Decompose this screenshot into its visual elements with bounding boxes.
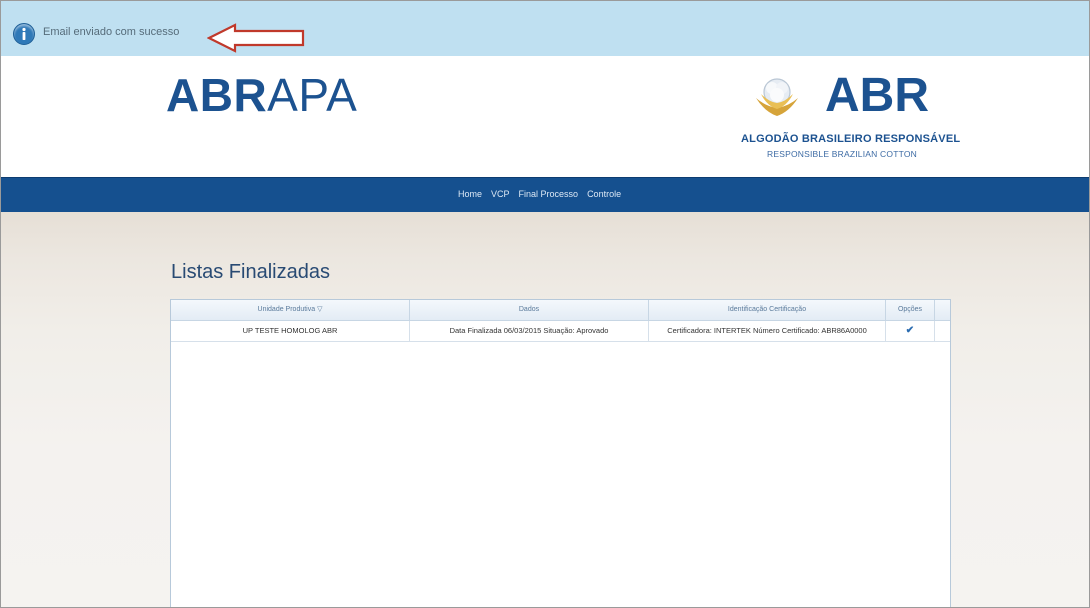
info-icon <box>13 23 35 45</box>
abrapa-logo-bold: ABR <box>166 69 268 121</box>
main-nav: Home VCP Final Processo Controle <box>1 177 1089 213</box>
column-header-unidade-produtiva[interactable]: Unidade Produtiva ▽ <box>171 300 410 320</box>
cell-unidade-produtiva: UP TESTE HOMOLOG ABR <box>171 321 410 341</box>
notification-bar: Email enviado com sucesso <box>1 1 1089 56</box>
table-row[interactable]: UP TESTE HOMOLOG ABR Data Finalizada 06/… <box>171 321 950 342</box>
abr-tagline-en: RESPONSIBLE BRAZILIAN COTTON <box>767 149 917 159</box>
abrapa-logo[interactable]: ABRAPA <box>166 72 357 118</box>
content-area: Listas Finalizadas Unidade Produtiva ▽ D… <box>1 212 1089 607</box>
page-title: Listas Finalizadas <box>171 261 330 283</box>
abr-tagline-pt: ALGODÃO BRASILEIRO RESPONSÁVEL <box>741 133 961 145</box>
column-header-identificacao-certificacao[interactable]: Identificação Certificação <box>649 300 886 320</box>
notification-message: Email enviado com sucesso <box>43 26 180 38</box>
cotton-boll-icon <box>756 78 798 116</box>
column-header-opcoes: Opções <box>886 300 935 320</box>
arrow-left-icon <box>207 23 305 53</box>
nav-item-vcp[interactable]: VCP <box>491 189 510 199</box>
finalized-lists-table: Unidade Produtiva ▽ Dados Identificação … <box>170 299 951 607</box>
cell-identificacao-certificacao: Certificadora: INTERTEK Número Certifica… <box>649 321 886 341</box>
nav-item-controle[interactable]: Controle <box>587 189 621 199</box>
site-header: ABRAPA ABR ALGODÃO BRASILEIRO RESPONSÁVE… <box>1 56 1089 177</box>
column-header-dados[interactable]: Dados <box>410 300 649 320</box>
cell-opcoes: ✔ <box>886 321 935 341</box>
page-frame: Email enviado com sucesso ABRAPA ABR ALG… <box>0 0 1090 608</box>
check-icon[interactable]: ✔ <box>906 325 914 336</box>
nav-item-home[interactable]: Home <box>458 189 482 199</box>
table-header: Unidade Produtiva ▽ Dados Identificação … <box>171 300 950 321</box>
abrapa-logo-light: APA <box>267 69 358 121</box>
abr-logo-text[interactable]: ABR <box>825 72 929 120</box>
nav-item-final-processo[interactable]: Final Processo <box>519 189 579 199</box>
cell-dados: Data Finalizada 06/03/2015 Situação: Apr… <box>410 321 649 341</box>
